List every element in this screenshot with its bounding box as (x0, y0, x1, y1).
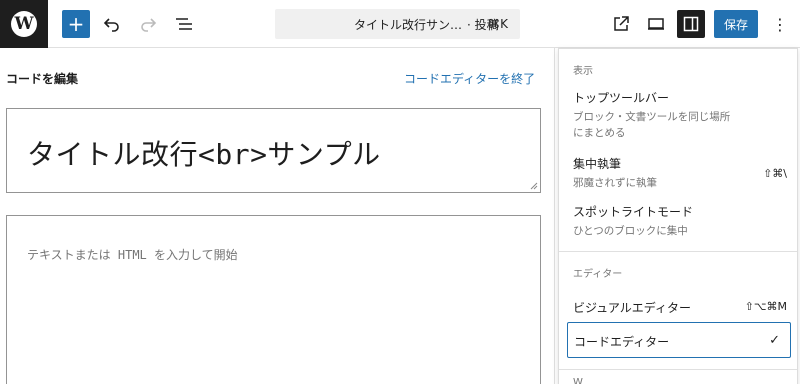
undo-icon[interactable] (100, 12, 124, 36)
menu-divider (559, 251, 797, 252)
settings-panel-button[interactable] (677, 10, 705, 38)
menu-item-top-toolbar[interactable]: トップツールバー ブロック・文書ツールを同じ場所 にまとめる (567, 87, 791, 139)
menu-divider (559, 369, 797, 370)
menu-item-label: ビジュアルエディター (573, 301, 691, 315)
menu-item-label: トップツールバー (573, 91, 670, 105)
menu-item-label: スポットライトモード (573, 205, 694, 219)
menu-item-distraction-free[interactable]: 集中執筆 邪魔されずに執筆 ⇧⌘\ (567, 153, 791, 193)
resize-handle-icon[interactable] (530, 182, 538, 190)
checkmark-icon: ✓ (769, 333, 780, 348)
menu-item-label: コードエディター (574, 335, 670, 349)
post-content-textarea[interactable]: テキストまたは HTML を入力して開始 (6, 215, 541, 384)
wordpress-logo[interactable]: W (0, 0, 48, 48)
exit-code-editor-link[interactable]: コードエディターを終了 (404, 70, 535, 87)
preview-icon[interactable] (644, 12, 668, 36)
menu-item-description: ブロック・文書ツールを同じ場所 にまとめる (573, 111, 731, 139)
command-palette-bar[interactable]: タイトル改行サン… · 投稿 ⌘K (275, 9, 520, 39)
command-shortcut: ⌘K (488, 17, 508, 31)
editor-section-label: エディター (573, 269, 623, 280)
menu-item-spotlight[interactable]: スポットライトモード ひとつのブロックに集中 (567, 201, 791, 241)
top-toolbar: W + タイトル改行サン… · 投稿 ⌘K 保存 ⋮ (0, 0, 800, 48)
options-dropdown-menu: 表示 トップツールバー ブロック・文書ツールを同じ場所 にまとめる 集中執筆 邪… (558, 48, 798, 384)
menu-item-visual-editor[interactable]: ビジュアルエディター ⇧⌥⌘M (567, 293, 791, 323)
wordpress-icon: W (11, 11, 37, 37)
menu-item-description: ひとつのブロックに集中 (573, 225, 688, 237)
code-editor-heading: コードを編集 (6, 72, 79, 86)
sidebar-icon (683, 16, 699, 32)
add-block-button[interactable]: + (62, 10, 90, 38)
save-button[interactable]: 保存 (714, 10, 758, 38)
menu-item-shortcut: ⇧⌥⌘M (744, 300, 787, 313)
sidebar-divider (554, 48, 555, 384)
menu-item-code-editor[interactable]: コードエディター ✓ (567, 322, 791, 358)
document-title: タイトル改行サン… (353, 17, 462, 32)
next-section-label: W (573, 377, 583, 384)
content-placeholder: テキストまたは HTML を入力して開始 (27, 248, 238, 262)
document-overview-icon[interactable] (172, 12, 196, 36)
menu-item-description: 邪魔されずに執筆 (573, 177, 657, 189)
menu-item-shortcut: ⇧⌘\ (763, 167, 787, 180)
post-title-textarea[interactable]: タイトル改行<br>サンプル (6, 108, 541, 193)
external-view-icon[interactable] (609, 12, 633, 36)
view-section-label: 表示 (573, 66, 593, 77)
post-title-value: タイトル改行<br>サンプル (27, 138, 381, 171)
menu-item-label: 集中執筆 (573, 157, 622, 171)
options-menu-button[interactable]: ⋮ (768, 12, 792, 36)
redo-icon[interactable] (136, 12, 160, 36)
